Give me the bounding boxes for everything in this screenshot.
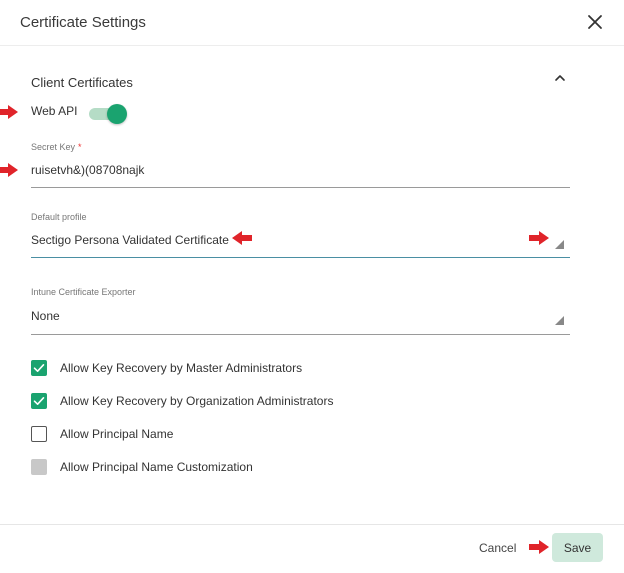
intune-exporter-label: Intune Certificate Exporter [31,287,136,297]
dialog-header: Certificate Settings [0,0,624,46]
secret-key-underline [31,187,570,188]
cancel-button[interactable]: Cancel [479,539,516,557]
default-profile-select[interactable]: Default profile Sectigo Persona Validate… [31,212,570,258]
dialog-footer [0,524,624,573]
secret-key-label: Secret Key * [31,142,82,152]
default-profile-underline [31,257,570,258]
toggle-knob [107,104,127,124]
required-mark: * [78,142,82,152]
intune-exporter-value: None [31,309,60,323]
save-button[interactable]: Save [552,533,603,562]
checkbox-unchecked[interactable] [31,426,47,442]
default-profile-label: Default profile [31,212,87,222]
web-api-label: Web API [31,104,78,118]
secret-key-input[interactable]: ruisetvh&)(08708najk [31,163,144,177]
section-title: Client Certificates [31,75,133,90]
web-api-toggle[interactable] [89,104,127,124]
intune-exporter-select[interactable]: Intune Certificate Exporter None [31,287,570,335]
checkbox-checked[interactable] [31,393,47,409]
close-icon[interactable] [583,10,607,34]
checkbox-checked[interactable] [31,360,47,376]
default-profile-value: Sectigo Persona Validated Certificate [31,233,229,247]
chevron-up-icon[interactable] [552,70,568,86]
checkmark-icon [33,364,45,372]
annotation-arrow-icon [0,163,18,177]
dropdown-arrow-icon[interactable] [555,316,564,325]
annotation-arrow-icon [0,105,18,119]
checkbox-label: Allow Key Recovery by Organization Admin… [60,394,334,408]
secret-key-field[interactable]: Secret Key * ruisetvh&)(08708najk [31,142,570,188]
intune-exporter-underline [31,334,570,335]
checkbox-label: Allow Key Recovery by Master Administrat… [60,361,303,375]
checkbox-label: Allow Principal Name Customization [60,460,253,474]
checkbox-disabled [31,459,47,475]
checkbox-label: Allow Principal Name [60,427,174,441]
checkmark-icon [33,397,45,405]
dropdown-arrow-icon[interactable] [555,240,564,249]
dialog-title: Certificate Settings [20,14,146,31]
